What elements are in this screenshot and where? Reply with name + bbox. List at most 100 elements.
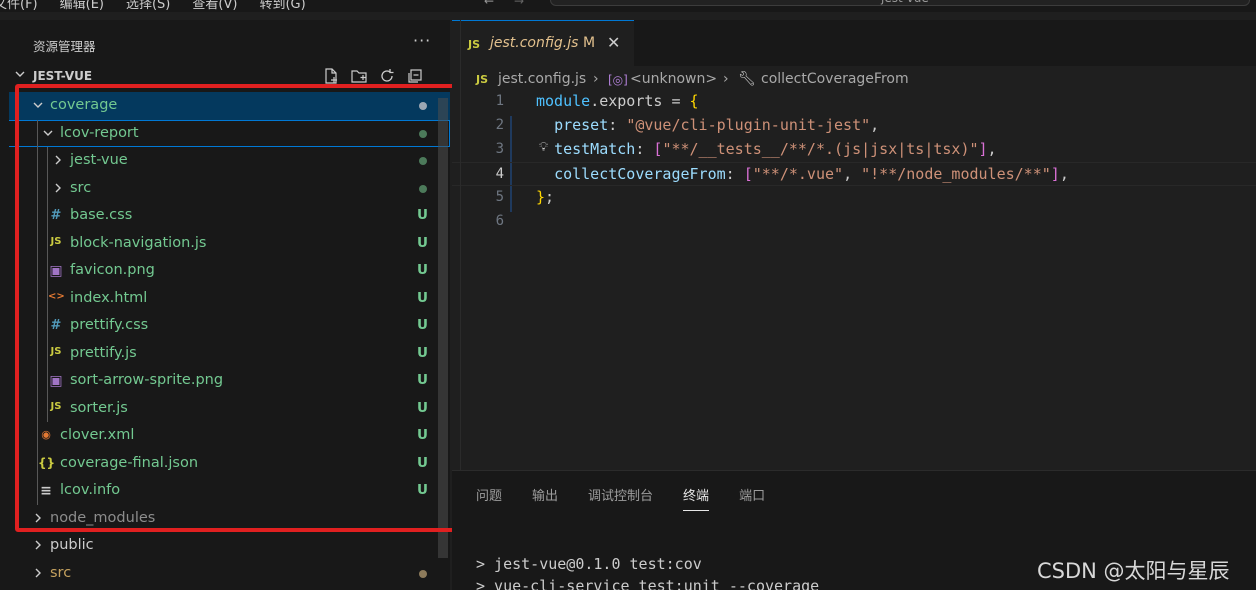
indent-guide — [37, 174, 38, 202]
tree-item-src[interactable]: src — [0, 560, 450, 588]
line-number: 1 — [495, 93, 504, 109]
tree-item-label: favicon.png — [70, 262, 155, 278]
lightbulb-icon[interactable]: 💡︎ — [539, 140, 548, 155]
git-status-badge: U — [417, 399, 428, 416]
tree-item-lcov-info[interactable]: ≡ lcov.info U — [0, 477, 450, 505]
tab-output[interactable]: 输出 — [532, 485, 558, 511]
tree-item-sort-arrow-sprite-png[interactable]: ▣ sort-arrow-sprite.png U — [0, 367, 450, 395]
git-status-dot — [419, 569, 427, 578]
indent-guide — [47, 202, 48, 230]
git-status-dot — [419, 157, 427, 165]
git-status-badge: U — [417, 372, 428, 388]
git-status-badge: U — [417, 427, 428, 443]
chevron-down-icon — [43, 130, 53, 136]
git-status-badge: U — [417, 234, 428, 251]
indent-guide — [47, 339, 48, 367]
tab-problems[interactable]: 问题 — [476, 485, 502, 511]
close-icon[interactable]: ✕ — [607, 33, 620, 52]
chevron-down-icon — [33, 102, 43, 108]
tree-item-lcov-report[interactable]: lcov-report — [0, 119, 450, 147]
code-token: ; — [545, 188, 555, 206]
code-token: { — [689, 92, 699, 110]
tree-item-sorter-js[interactable]: JS sorter.js U — [0, 394, 450, 422]
code-token: .exports = — [590, 92, 690, 110]
tree-item-clover-xml[interactable]: ◉ clover.xml U — [0, 422, 450, 450]
line-number: 5 — [495, 189, 504, 205]
tree-item-label: clover.xml — [60, 427, 135, 443]
menu-edit[interactable]: 编辑(E) — [60, 0, 104, 12]
tree-item-public[interactable]: public — [0, 532, 450, 560]
html-file-icon: <> — [48, 290, 65, 302]
line-number: 6 — [495, 213, 504, 229]
tree-item-label: sort-arrow-sprite.png — [70, 372, 224, 388]
tab-ports[interactable]: 端口 — [739, 485, 765, 511]
terminal-output[interactable]: > jest-vue@0.1.0 test:cov > vue-cli-servi… — [476, 553, 819, 590]
back-arrow-icon[interactable]: ← — [484, 0, 494, 8]
indent-guide — [47, 229, 48, 257]
code-line-current: 4 collectCoverageFrom: ["**/*.vue", "!**… — [452, 162, 1256, 186]
tree-item-label: src — [50, 564, 72, 581]
tree-item-coverage[interactable]: coverage — [0, 92, 450, 120]
tree-item-label: coverage — [50, 97, 118, 113]
indent-guide — [37, 394, 38, 422]
new-folder-icon[interactable] — [350, 67, 368, 85]
tab-strip: JS jest.config.js M ✕ — [452, 20, 1256, 66]
indent-guide — [37, 229, 38, 257]
tab-jest-config[interactable]: JS jest.config.js M ✕ — [452, 20, 634, 66]
tab-label: jest.config.js — [490, 35, 579, 51]
line-number: 4 — [495, 166, 504, 182]
tree-item-label: index.html — [70, 289, 148, 306]
menu-file[interactable]: 文件(F) — [0, 0, 38, 12]
more-actions-icon[interactable]: ··· — [413, 31, 431, 50]
git-status-dot — [419, 129, 427, 138]
tree-item-block-navigation-js[interactable]: JS block-navigation.js U — [0, 229, 450, 257]
new-file-icon[interactable] — [322, 67, 340, 85]
tree-item-jest-vue[interactable]: jest-vue — [0, 147, 450, 175]
code-editor[interactable]: 1 module.exports = { 2 preset: "@vue/cli… — [452, 90, 1256, 234]
explorer-scrollbar[interactable] — [438, 98, 448, 558]
forward-arrow-icon[interactable]: → — [514, 0, 524, 8]
code-token: ] — [978, 140, 988, 158]
tree-item-label: node_modules — [50, 509, 156, 526]
activity-bar-edge — [0, 20, 9, 590]
module-symbol-icon: [◎] — [608, 73, 628, 87]
code-token: module — [536, 92, 591, 110]
tree-item-favicon-png[interactable]: ▣ favicon.png U — [0, 257, 450, 285]
menu-view[interactable]: 查看(V) — [192, 0, 237, 12]
tree-item-label: src — [70, 179, 92, 196]
breadcrumb-file[interactable]: jest.config.js — [498, 71, 586, 87]
tree-item-coverage-final-json[interactable]: {} coverage-final.json U — [0, 449, 450, 477]
indent-guide — [37, 339, 38, 367]
command-center[interactable]: jest-vue — [550, 0, 1250, 6]
code-token: preset — [554, 116, 609, 134]
tab-debug-console[interactable]: 调试控制台 — [588, 485, 653, 511]
breadcrumb-symbol-unknown[interactable]: <unknown> — [630, 71, 717, 87]
tree-item-node-modules[interactable]: node_modules — [0, 505, 450, 533]
json-file-icon: {} — [38, 455, 56, 470]
wrench-icon: 🔧︎ — [738, 71, 756, 87]
tree-item-label: prettify.css — [70, 317, 149, 333]
indent-guide — [37, 119, 38, 147]
tree-item-index-html[interactable]: <> index.html U — [0, 284, 450, 312]
indent-guide — [37, 257, 38, 285]
modified-badge: M — [583, 35, 596, 51]
breadcrumb-symbol-property[interactable]: collectCoverageFrom — [761, 71, 909, 87]
code-token: } — [536, 188, 546, 206]
tree-item-base-css[interactable]: # base.css U — [0, 202, 450, 230]
code-line: 3 testMatch: ["**/__tests__/**/*.(js|jsx… — [452, 138, 1256, 162]
terminal-line: > vue-cli-service test:unit --coverage — [476, 577, 820, 590]
collapse-all-icon[interactable] — [406, 67, 424, 85]
code-token: testMatch — [554, 140, 636, 158]
menu-go[interactable]: 转到(G) — [259, 0, 305, 12]
project-header[interactable]: JEST-VUE — [0, 65, 450, 87]
tree-item-prettify-js[interactable]: JS prettify.js U — [0, 339, 450, 367]
git-status-badge: U — [417, 289, 428, 306]
tab-terminal[interactable]: 终端 — [683, 485, 710, 511]
code-token: "**/*.vue" — [752, 165, 844, 183]
tree-item-prettify-css[interactable]: # prettify.css U — [0, 312, 450, 340]
menu-selection[interactable]: 选择(S) — [126, 0, 170, 12]
tree-item-src[interactable]: src — [0, 174, 450, 202]
code-token: , — [843, 165, 862, 183]
tree-item-label: jest-vue — [70, 152, 128, 168]
refresh-icon[interactable] — [378, 67, 396, 85]
